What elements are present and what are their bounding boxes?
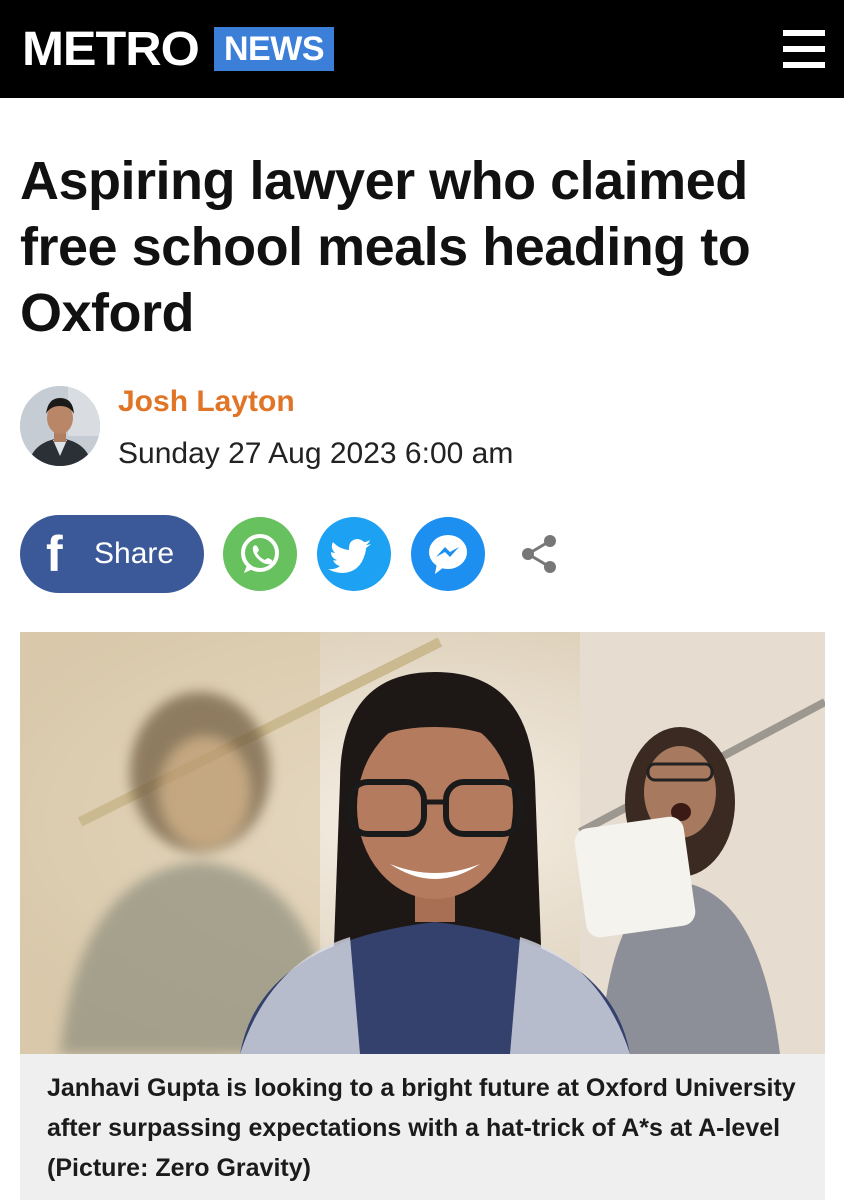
whatsapp-share-button[interactable] <box>223 517 297 591</box>
messenger-share-button[interactable] <box>411 517 485 591</box>
publish-date: Sunday 27 Aug 2023 6:00 am <box>118 437 514 470</box>
share-icon[interactable] <box>518 532 560 576</box>
author-avatar[interactable] <box>20 386 100 466</box>
image-caption-box: Janhavi Gupta is looking to a bright fut… <box>20 1054 825 1200</box>
article-image[interactable] <box>20 632 825 1054</box>
metro-logo[interactable]: METRO <box>22 24 200 76</box>
image-caption: Janhavi Gupta is looking to a bright fut… <box>47 1074 796 1182</box>
author-name-link[interactable]: Josh Layton <box>118 384 295 420</box>
twitter-share-button[interactable] <box>317 517 391 591</box>
messenger-icon <box>429 535 467 574</box>
facebook-share-button[interactable]: f Share <box>20 515 204 593</box>
facebook-icon: f <box>46 526 63 582</box>
facebook-share-label: Share <box>94 537 175 570</box>
section-badge-news[interactable]: NEWS <box>214 27 334 71</box>
twitter-icon <box>328 539 371 573</box>
hamburger-menu-icon[interactable] <box>783 28 825 70</box>
article-headline: Aspiring lawyer who claimed free school … <box>20 151 751 343</box>
whatsapp-icon <box>241 534 279 573</box>
top-bar: METRO NEWS <box>0 0 844 98</box>
